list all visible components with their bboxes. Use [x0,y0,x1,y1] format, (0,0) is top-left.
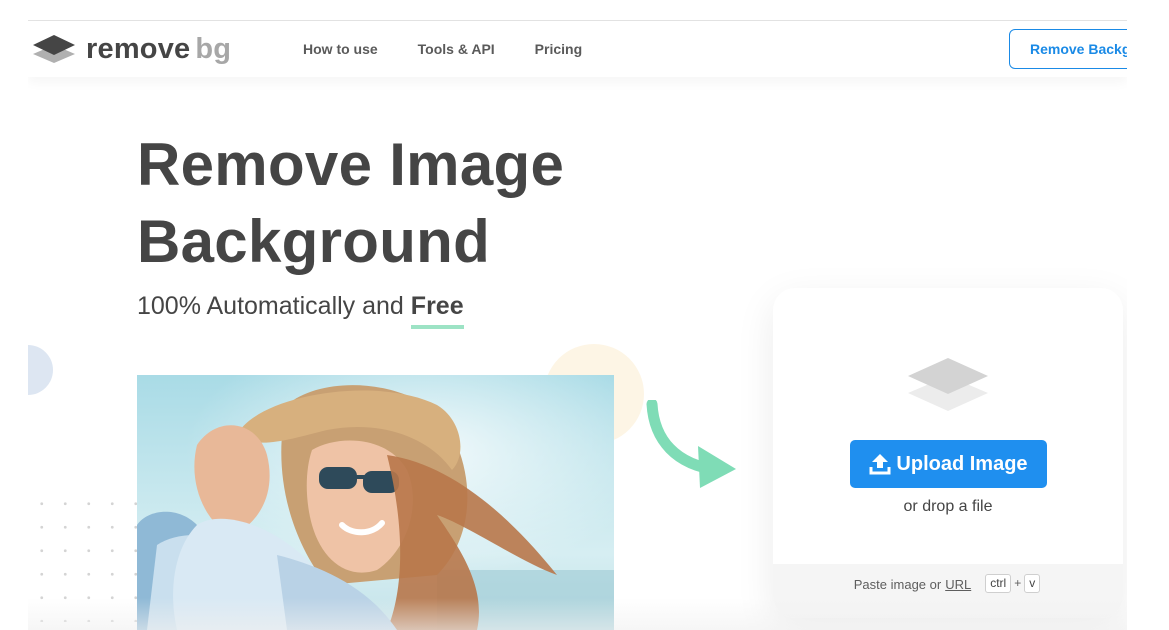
page-title-line2: Background [137,208,491,275]
nav-how-to-use[interactable]: How to use [303,41,378,57]
layers-icon [908,358,988,411]
logo-text-accent: bg [195,33,232,65]
arrow-icon [646,400,736,488]
decorative-dots [30,492,140,622]
plus-sign: + [1014,576,1022,590]
site-header: remove bg How to use Tools & API Pricing … [28,21,1127,77]
upload-image-label: Upload Image [896,452,1028,475]
layers-icon [33,35,75,63]
logo[interactable]: remove bg [32,33,231,65]
decorative-circle [28,345,53,395]
logo-text: remove bg [86,33,231,65]
upload-image-button[interactable]: Upload Image [850,440,1047,488]
hero-subtitle-text: 100% Automatically and [137,292,404,320]
logo-text-main: remove [86,33,191,65]
drop-file-text: or drop a file [903,498,993,515]
v-key: v [1024,574,1041,593]
ctrl-key: ctrl [985,574,1012,593]
hero-subtitle: 100% Automatically and Free [137,292,464,329]
page-title: Remove Image Background [137,126,564,280]
paste-hint: Paste image or URL ctrl + v [773,564,1123,618]
main-nav: How to use Tools & API Pricing [303,21,622,77]
remove-background-button[interactable]: Remove Background [1009,29,1127,69]
upload-icon [869,454,891,475]
paste-hint-label: Paste image or URL [854,574,971,595]
hero-subtitle-emphasis: Free [410,292,464,329]
paste-hint-text: Paste image or [853,577,942,592]
sample-photo [137,375,614,630]
nav-tools-api[interactable]: Tools & API [418,41,495,57]
page-title-line1: Remove Image [137,131,565,198]
upload-card: Upload Image or drop a file Paste image … [773,288,1123,618]
page: remove bg How to use Tools & API Pricing … [28,0,1127,630]
nav-pricing[interactable]: Pricing [535,41,582,57]
url-link[interactable]: URL [945,577,971,592]
